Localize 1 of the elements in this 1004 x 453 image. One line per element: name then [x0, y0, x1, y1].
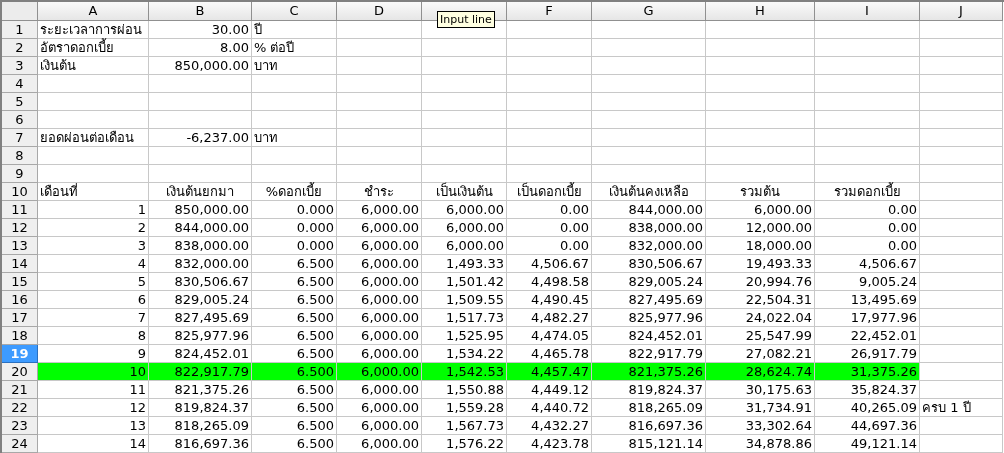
tooltip: Input line — [437, 11, 495, 28]
